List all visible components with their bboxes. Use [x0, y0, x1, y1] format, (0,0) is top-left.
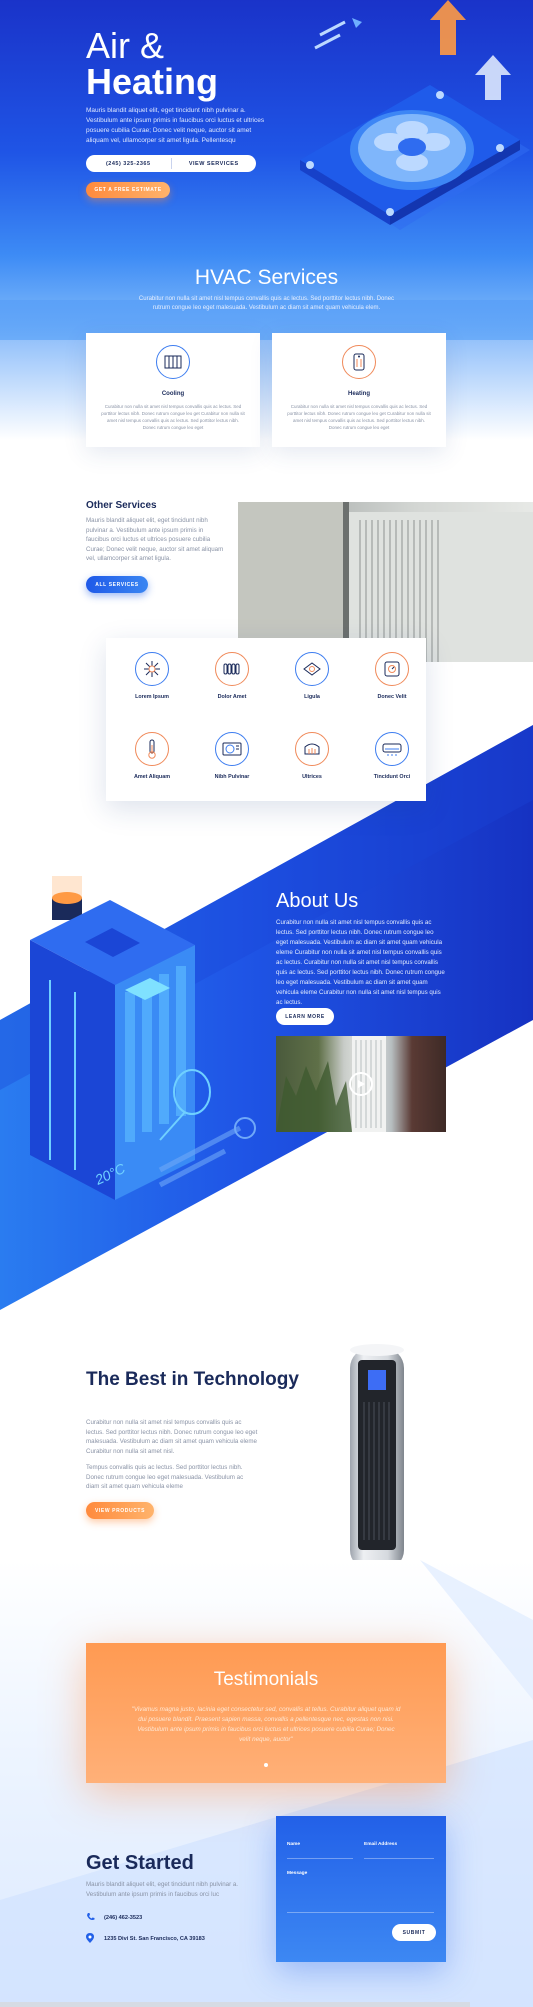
- email-input[interactable]: [364, 1858, 434, 1859]
- view-services-button[interactable]: VIEW SERVICES: [172, 155, 257, 172]
- about-title: About Us: [276, 890, 359, 912]
- message-field-label: Message: [287, 1871, 308, 1876]
- hero-button-group: (245) 325-2365 VIEW SERVICES: [86, 155, 256, 172]
- service-item[interactable]: Amet Aliquam: [117, 732, 187, 780]
- service-item-label: Lorem Ipsum: [135, 694, 169, 700]
- heater-icon: [342, 345, 376, 379]
- service-item[interactable]: Ultrices: [277, 732, 347, 780]
- location-pin-icon: [86, 1933, 96, 1945]
- hero-fan-illustration: [300, 0, 530, 230]
- service-item[interactable]: Dolor Amet: [197, 652, 267, 700]
- technology-paragraph-2: Tempus convallis quis ac lectus. Sed por…: [86, 1464, 244, 1490]
- message-input[interactable]: [287, 1912, 434, 1913]
- get-started-text: Mauris blandit aliquet elit, eget tincid…: [86, 1881, 239, 1898]
- technology-title: The Best in Technology: [86, 1369, 299, 1390]
- service-item-label: Ultrices: [302, 774, 322, 780]
- thermometer-icon: [135, 732, 169, 766]
- phone-icon: [86, 1912, 96, 1923]
- technology-paragraph-1: Curabitur non nulla sit amet nisl tempus…: [86, 1419, 258, 1455]
- other-services-text: Mauris blandit aliquet elit, eget tincid…: [86, 517, 224, 562]
- service-item-label: Ligula: [304, 694, 320, 700]
- radiator-icon: [215, 652, 249, 686]
- service-item[interactable]: Tincidunt Orci: [357, 732, 427, 780]
- carousel-dot[interactable]: [264, 1763, 268, 1767]
- footer-bar: [0, 2002, 470, 2007]
- service-item[interactable]: Nibh Pulvinar: [197, 732, 267, 780]
- phone-number: (246) 462-3523: [104, 1914, 143, 1921]
- service-item[interactable]: Ligula: [277, 652, 347, 700]
- snowflake-icon: [135, 652, 169, 686]
- thermostat-icon: [375, 652, 409, 686]
- service-item-label: Tincidunt Orci: [373, 774, 411, 780]
- testimonials-background-shape: [0, 1560, 533, 2007]
- phone-button[interactable]: (245) 325-2365: [86, 155, 171, 172]
- contact-form: Name Email Address Message SUBMIT: [276, 1816, 446, 1962]
- services-subtitle: Curabitur non nulla sit amet nisl tempus…: [138, 296, 395, 311]
- service-card-title: Cooling: [161, 391, 185, 397]
- service-card-title: Heating: [347, 391, 370, 397]
- hero-wave: [0, 300, 533, 440]
- service-item[interactable]: Lorem Ipsum: [117, 652, 187, 700]
- name-field-label: Name: [287, 1842, 301, 1847]
- get-started-title: Get Started: [86, 1852, 194, 1874]
- about-text: Curabitur non nulla sit amet nisl tempus…: [276, 919, 445, 1006]
- contact-phone: (246) 462-3523: [86, 1912, 142, 1923]
- address-text: 1235 Divi St. San Francisco, CA 39183: [104, 1936, 205, 1942]
- hvac-unit-illustration: 20°C: [30, 876, 256, 1200]
- submit-button[interactable]: SUBMIT: [392, 1924, 436, 1941]
- ceiling-fan-icon: [295, 652, 329, 686]
- contact-address: 1235 Divi St. San Francisco, CA 39183: [86, 1933, 205, 1945]
- play-icon[interactable]: [349, 1072, 373, 1096]
- service-card-text: Curabitur non nulla sit amet nisl tempus…: [287, 404, 431, 430]
- heater-vent-icon: [295, 732, 329, 766]
- view-products-button[interactable]: VIEW PRODUCTS: [86, 1502, 154, 1519]
- air-purifier-product: [347, 1344, 407, 1578]
- service-card-heating[interactable]: Heating Curabitur non nulla sit amet nis…: [272, 333, 446, 447]
- service-item-label: Dolor Amet: [217, 694, 247, 700]
- all-services-button[interactable]: ALL SERVICES: [86, 576, 148, 593]
- service-item[interactable]: Donec Velit: [357, 652, 427, 700]
- service-item-label: Nibh Pulvinar: [214, 774, 250, 780]
- testimonial-quote: "Vivamus magna justo, lacinia eget conse…: [131, 1706, 401, 1743]
- email-field-label: Email Address: [364, 1842, 398, 1847]
- radiator-icon: [156, 345, 190, 379]
- service-card-cooling[interactable]: Cooling Curabitur non nulla sit amet nis…: [86, 333, 260, 447]
- about-video[interactable]: [276, 1036, 446, 1132]
- hero-title-line1: Air &: [86, 25, 165, 66]
- name-input[interactable]: [287, 1858, 353, 1859]
- testimonials-title: Testimonials: [213, 1669, 319, 1690]
- service-item-label: Amet Aliquam: [133, 774, 171, 780]
- service-card-text: Curabitur non nulla sit amet nisl tempus…: [101, 404, 245, 430]
- service-item-label: Donec Velit: [377, 694, 407, 700]
- hero-title-line2: Heating: [86, 61, 219, 102]
- split-ac-icon: [375, 732, 409, 766]
- other-services-title: Other Services: [86, 500, 157, 511]
- learn-more-button[interactable]: LEARN MORE: [276, 1008, 334, 1025]
- services-title: HVAC Services: [194, 266, 339, 289]
- free-estimate-button[interactable]: GET A FREE ESTIMATE: [86, 182, 170, 198]
- ac-unit-icon: [215, 732, 249, 766]
- hero-description: Mauris blandit aliquet elit, eget tincid…: [86, 107, 265, 144]
- other-services-grid: Lorem Ipsum Dolor Amet Ligula Donec Veli…: [106, 638, 426, 801]
- testimonial-card: Testimonials "Vivamus magna justo, lacin…: [86, 1643, 446, 1783]
